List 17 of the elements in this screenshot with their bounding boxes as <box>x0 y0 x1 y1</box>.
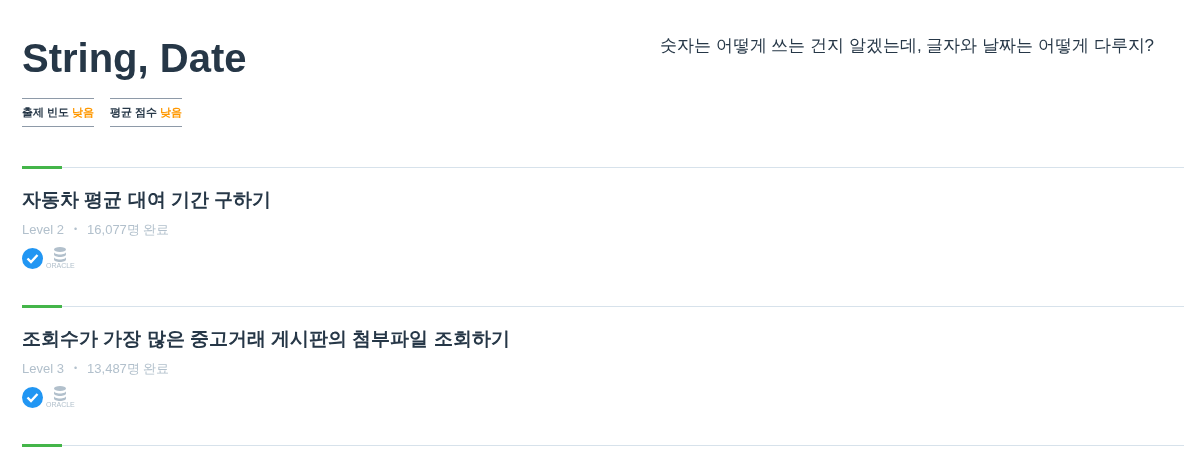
accent-bar <box>22 165 62 169</box>
completed-count: 16,077명 완료 <box>87 220 170 239</box>
problem-title[interactable]: 조회수가 가장 많은 중고거래 게시판의 첨부파일 조회하기 <box>22 324 1184 353</box>
separator-dot: • <box>73 222 78 236</box>
database-icon <box>53 386 68 401</box>
problem-level: Level 2 <box>22 220 64 239</box>
accent-bar <box>22 304 62 308</box>
stat-badge: 평균 점수 낮음 <box>110 98 183 127</box>
separator-dot: • <box>73 361 78 375</box>
page-title: String, Date <box>22 35 247 82</box>
stat-badge: 출제 빈도 낮음 <box>22 98 95 127</box>
problem-title[interactable]: 자동차 평균 대여 기간 구하기 <box>22 185 1184 214</box>
completed-count: 13,487명 완료 <box>87 359 170 378</box>
database-icon <box>53 247 68 262</box>
problem-level: Level 3 <box>22 359 64 378</box>
accent-bar <box>22 443 62 447</box>
page-subtitle: 숫자는 어떻게 쓰는 건지 알겠는데, 글자와 날짜는 어떻게 다루지? <box>660 35 1154 57</box>
